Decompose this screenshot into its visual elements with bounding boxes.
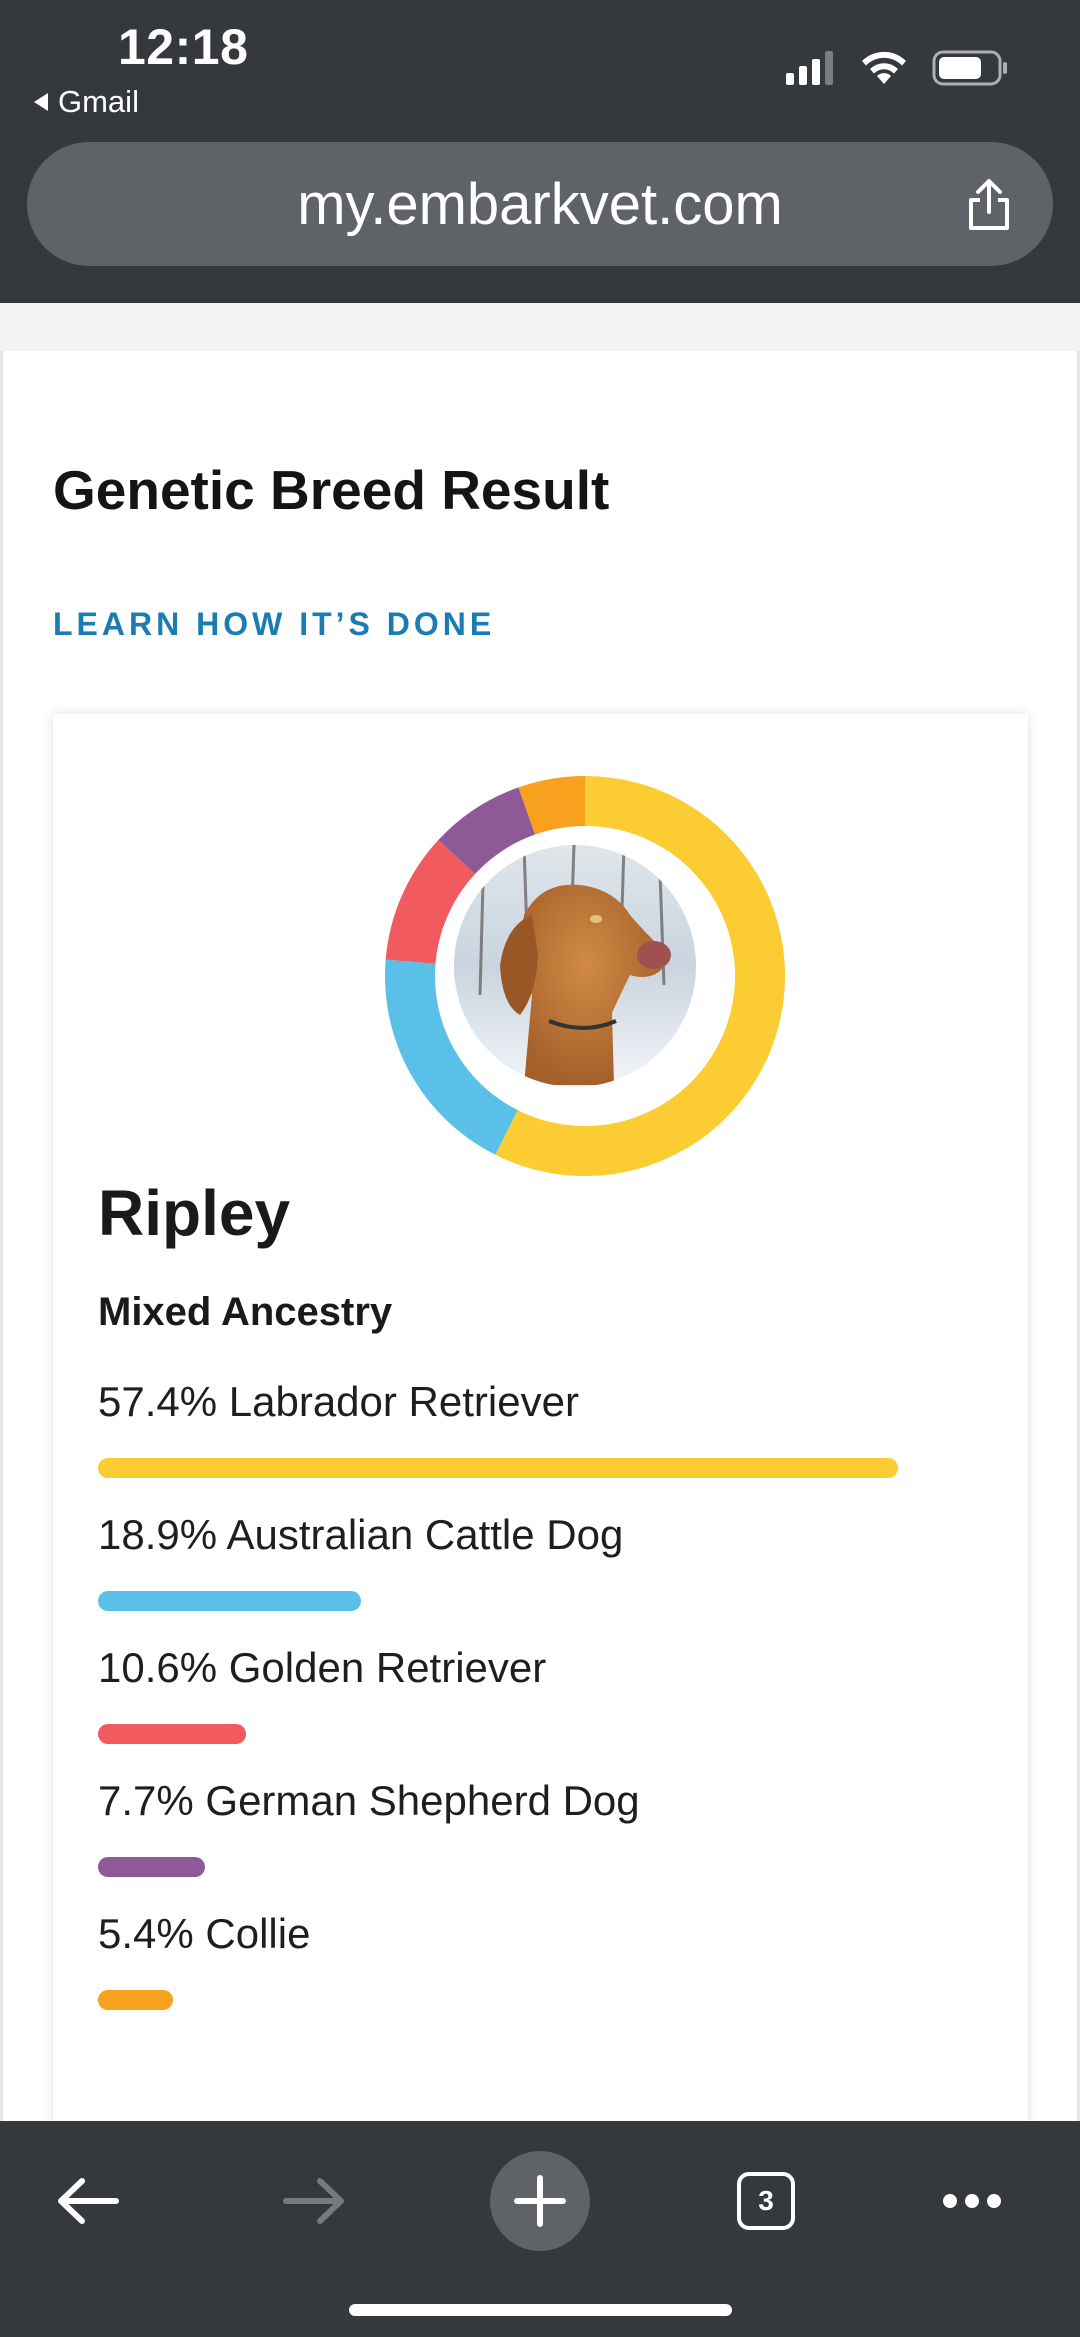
breed-list: 57.4% Labrador Retriever 18.9% Australia… xyxy=(98,1378,918,2043)
back-triangle-icon xyxy=(34,93,48,111)
new-tab-button[interactable] xyxy=(490,2151,590,2251)
breed-label: 10.6% Golden Retriever xyxy=(98,1644,547,1691)
learn-how-link[interactable]: LEARN HOW IT’S DONE xyxy=(53,606,495,643)
forward-button[interactable] xyxy=(264,2151,364,2251)
status-icons xyxy=(786,50,1008,86)
ancestry-donut-chart xyxy=(385,776,785,1176)
share-icon[interactable] xyxy=(963,178,1015,232)
breed-label: 7.7% German Shepherd Dog xyxy=(98,1777,640,1824)
battery-icon xyxy=(932,50,1007,86)
breed-result-card: Ripley Mixed Ancestry 57.4% Labrador Ret… xyxy=(53,714,1028,2134)
wifi-icon xyxy=(862,51,906,84)
back-app-label: Gmail xyxy=(58,84,139,119)
back-button[interactable] xyxy=(38,2151,138,2251)
donut-segment xyxy=(438,787,536,875)
breed-percentage-bar xyxy=(98,1990,174,2010)
breed-percentage-bar xyxy=(98,1724,246,1744)
breed-row: 18.9% Australian Cattle Dog xyxy=(98,1511,918,1644)
browser-top-bar: 12:18 Gmail my.embarkvet.com xyxy=(0,0,1080,303)
page-edge xyxy=(0,351,3,2121)
menu-button[interactable] xyxy=(922,2151,1022,2251)
dog-name: Ripley xyxy=(98,1177,291,1249)
breed-label: 57.4% Labrador Retriever xyxy=(98,1378,579,1425)
donut-segment xyxy=(385,840,476,965)
breed-percentage-bar xyxy=(98,1857,206,1877)
breed-row: 57.4% Labrador Retriever xyxy=(98,1378,918,1511)
ancestry-type: Mixed Ancestry xyxy=(98,1290,393,1334)
breed-percentage-bar xyxy=(98,1591,362,1611)
breed-row: 5.4% Collie xyxy=(98,1910,918,2043)
donut-segment xyxy=(518,776,586,835)
plus-icon xyxy=(490,2151,590,2251)
cellular-signal-icon xyxy=(786,51,833,85)
tabs-button[interactable]: 3 xyxy=(716,2151,816,2251)
arrow-right-icon xyxy=(283,2178,344,2224)
more-icon xyxy=(943,2194,1001,2208)
tabs-icon: 3 xyxy=(737,2172,795,2230)
breed-label: 18.9% Australian Cattle Dog xyxy=(98,1511,624,1558)
url-text: my.embarkvet.com xyxy=(297,171,783,237)
page-title: Genetic Breed Result xyxy=(53,459,610,521)
dog-photo xyxy=(454,845,696,1087)
breed-label: 5.4% Collie xyxy=(98,1910,311,1957)
arrow-left-icon xyxy=(58,2178,119,2224)
status-time: 12:18 xyxy=(118,19,249,75)
breed-row: 10.6% Golden Retriever xyxy=(98,1644,918,1777)
back-to-app-link[interactable]: Gmail xyxy=(34,84,139,120)
home-indicator[interactable] xyxy=(349,2304,732,2316)
address-bar[interactable]: my.embarkvet.com xyxy=(27,142,1053,266)
breed-percentage-bar xyxy=(98,1458,898,1478)
page-top-gap xyxy=(0,303,1080,351)
breed-row: 7.7% German Shepherd Dog xyxy=(98,1777,918,1910)
